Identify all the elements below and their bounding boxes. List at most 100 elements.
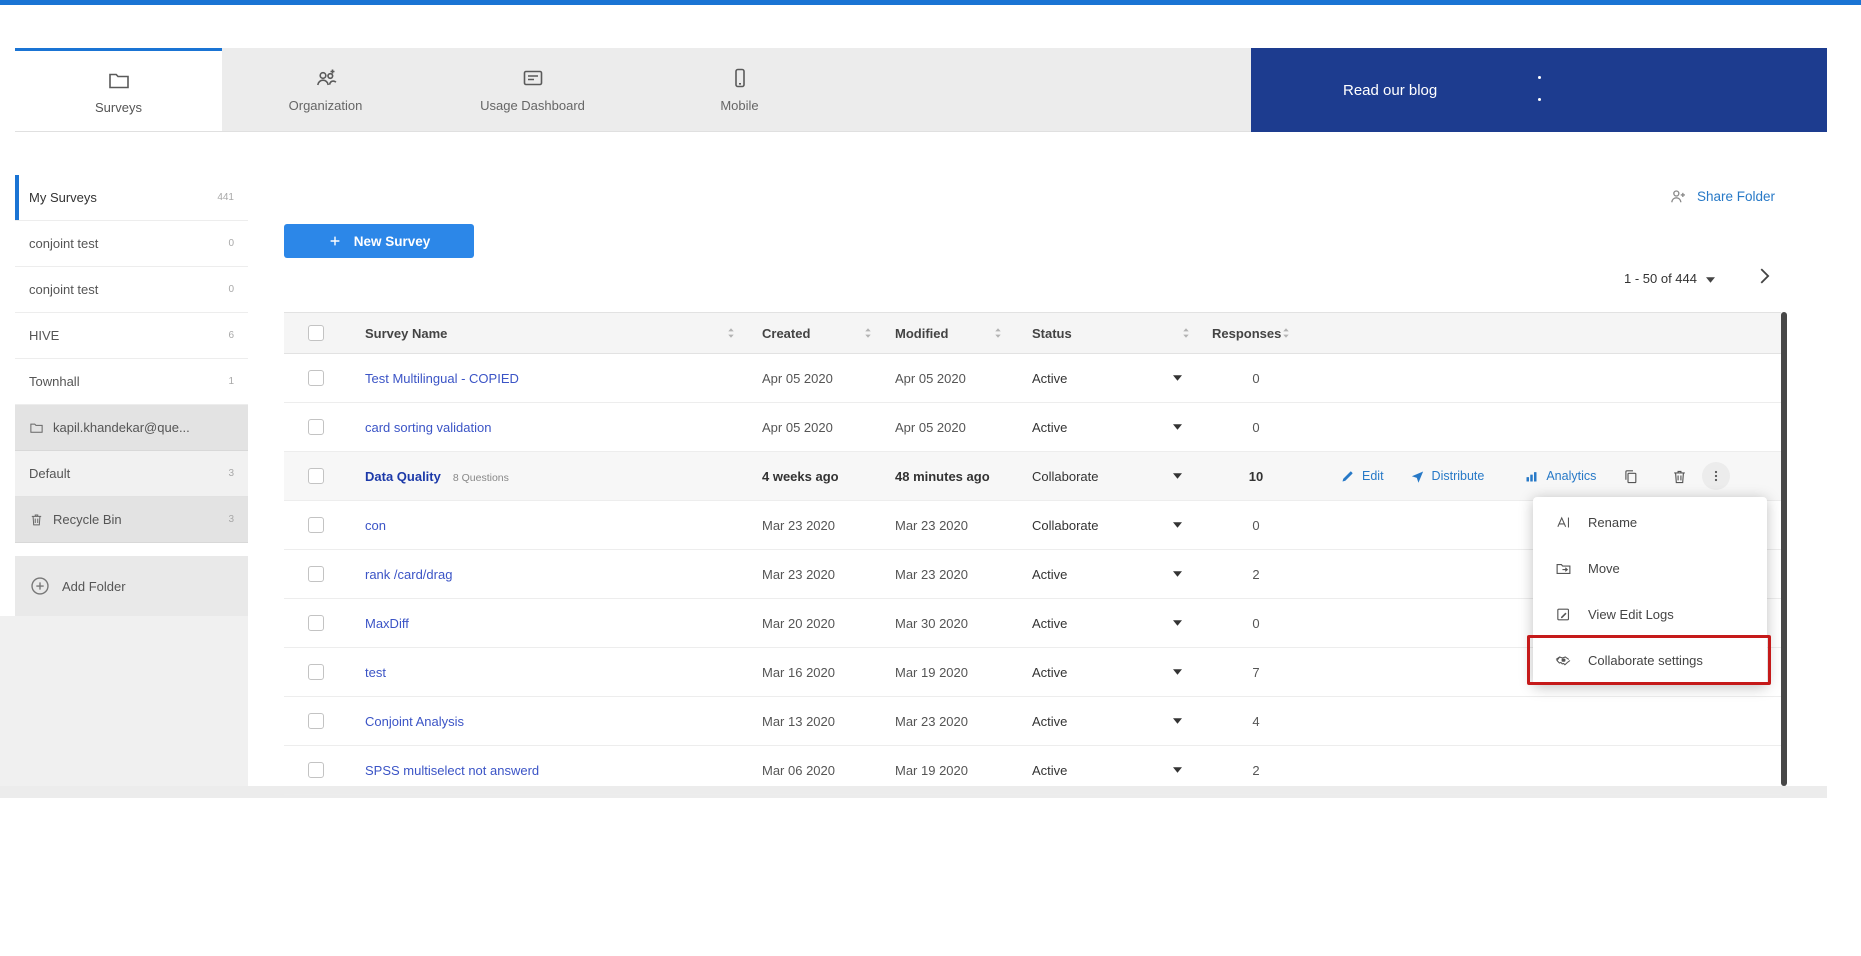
sidebar-item-default[interactable]: Default 3 [15, 451, 248, 497]
status-dropdown[interactable] [1173, 473, 1182, 479]
status-dropdown[interactable] [1173, 767, 1182, 773]
responses-cell: 4 [1198, 714, 1300, 729]
row-checkbox[interactable] [308, 713, 324, 729]
pagination-control[interactable]: 1 - 50 of 444 [1624, 271, 1715, 286]
caret-down-icon [1173, 571, 1182, 577]
responses-cell: 0 [1198, 371, 1300, 386]
tab-label: Organization [289, 98, 363, 113]
sidebar-item-conjoint-test[interactable]: conjoint test 0 [15, 267, 248, 313]
row-checkbox[interactable] [308, 566, 324, 582]
more-options-button[interactable] [1702, 462, 1730, 490]
status-dropdown[interactable] [1173, 424, 1182, 430]
sidebar-item-hive[interactable]: HIVE 6 [15, 313, 248, 359]
survey-name-link[interactable]: test [365, 665, 386, 680]
modified-cell: Apr 05 2020 [880, 371, 1010, 386]
column-header-label: Status [1032, 326, 1072, 341]
status-label: Active [1032, 567, 1067, 582]
survey-name-link[interactable]: rank /card/drag [365, 567, 452, 582]
edit-label: Edit [1362, 469, 1384, 483]
question-count: 8 Questions [453, 472, 509, 484]
table-scrollbar[interactable] [1781, 312, 1787, 786]
analytics-action[interactable]: Analytics [1524, 469, 1596, 484]
add-folder-button[interactable]: Add Folder [15, 556, 248, 616]
survey-name-link[interactable]: con [365, 518, 386, 533]
edit-action[interactable]: Edit [1340, 469, 1384, 484]
sidebar-item-label: Townhall [29, 374, 219, 389]
tab-mobile[interactable]: Mobile [636, 48, 843, 131]
sidebar-item-recycle-bin[interactable]: Recycle Bin 3 [15, 497, 248, 543]
chart-icon [1524, 469, 1539, 484]
status-dropdown[interactable] [1173, 669, 1182, 675]
column-header-modified[interactable]: Modified [880, 313, 1010, 353]
folder-icon [107, 68, 131, 92]
promo-title-link[interactable]: Read our blog [1343, 82, 1437, 99]
row-checkbox[interactable] [308, 762, 324, 778]
caret-down-icon [1173, 669, 1182, 675]
sidebar-item-label: conjoint test [29, 236, 219, 251]
status-dropdown[interactable] [1173, 522, 1182, 528]
promo-bullet-list [1533, 68, 1551, 112]
survey-name-link[interactable]: Data Quality [365, 469, 441, 484]
status-dropdown[interactable] [1173, 375, 1182, 381]
menu-item-view-edit-logs[interactable]: View Edit Logs [1533, 591, 1767, 637]
survey-name-link[interactable]: SPSS multiselect not answerd [365, 763, 539, 778]
sidebar-item-label: kapil.khandekar@que... [53, 420, 234, 435]
sort-icon[interactable] [727, 327, 735, 339]
sidebar-item-label: My Surveys [29, 190, 208, 205]
row-checkbox[interactable] [308, 664, 324, 680]
sort-icon[interactable] [994, 327, 1002, 339]
status-dropdown[interactable] [1173, 718, 1182, 724]
caret-down-icon [1173, 375, 1182, 381]
select-all-checkbox[interactable] [308, 325, 324, 341]
dashboard-icon [521, 66, 545, 90]
trash-icon[interactable] [1671, 468, 1688, 485]
survey-name-link[interactable]: Test Multilingual - COPIED [365, 371, 519, 386]
sidebar-item-my-surveys[interactable]: My Surveys 441 [15, 175, 248, 221]
share-folder-button[interactable]: Share Folder [1668, 186, 1775, 206]
sort-icon[interactable] [1182, 327, 1190, 339]
menu-item-collaborate-settings[interactable]: Collaborate settings [1533, 637, 1767, 683]
new-survey-button[interactable]: New Survey [284, 224, 474, 258]
tab-organization[interactable]: Organization [222, 48, 429, 131]
status-dropdown[interactable] [1173, 620, 1182, 626]
analytics-label: Analytics [1546, 469, 1596, 483]
menu-item-rename[interactable]: Rename [1533, 499, 1767, 545]
row-checkbox[interactable] [308, 468, 324, 484]
responses-cell: 0 [1198, 420, 1300, 435]
column-header-responses[interactable]: Responses [1198, 313, 1300, 353]
row-checkbox[interactable] [308, 370, 324, 386]
menu-item-move[interactable]: Move [1533, 545, 1767, 591]
sidebar-item-townhall[interactable]: Townhall 1 [15, 359, 248, 405]
sort-icon[interactable] [1282, 327, 1290, 339]
sort-icon[interactable] [864, 327, 872, 339]
status-dropdown[interactable] [1173, 571, 1182, 577]
column-header-status[interactable]: Status [1010, 313, 1198, 353]
distribute-action[interactable]: Distribute [1410, 469, 1485, 484]
tab-surveys[interactable]: Surveys [15, 48, 222, 131]
survey-name-link[interactable]: Conjoint Analysis [365, 714, 464, 729]
created-cell: 4 weeks ago [745, 469, 880, 484]
blog-promo-banner[interactable]: Read our blog [1251, 48, 1827, 132]
sidebar-item-label: HIVE [29, 328, 219, 343]
sidebar-item-conjoint-test[interactable]: conjoint test 0 [15, 221, 248, 267]
created-cell: Mar 23 2020 [745, 518, 880, 533]
responses-cell: 0 [1198, 616, 1300, 631]
survey-name-link[interactable]: card sorting validation [365, 420, 491, 435]
survey-name-link[interactable]: MaxDiff [365, 616, 409, 631]
chevron-right-icon [1753, 265, 1775, 287]
modified-cell: Mar 19 2020 [880, 763, 1010, 778]
table-row: SPSS multiselect not answerd Mar 06 2020… [284, 746, 1781, 795]
sidebar-item-kapil-khandekar-que[interactable]: kapil.khandekar@que... [15, 405, 248, 451]
next-page-button[interactable] [1753, 265, 1775, 292]
column-header-label: Created [762, 326, 810, 341]
column-header-created[interactable]: Created [745, 313, 880, 353]
column-header-survey-name[interactable]: Survey Name [348, 313, 745, 353]
tab-usage-dashboard[interactable]: Usage Dashboard [429, 48, 636, 131]
copy-icon[interactable] [1622, 468, 1639, 485]
row-checkbox[interactable] [308, 517, 324, 533]
table-header: Survey Name Created Modified Status Resp… [284, 312, 1781, 354]
row-checkbox[interactable] [308, 419, 324, 435]
sidebar-item-count: 441 [217, 192, 234, 203]
row-checkbox[interactable] [308, 615, 324, 631]
send-icon [1410, 469, 1425, 484]
